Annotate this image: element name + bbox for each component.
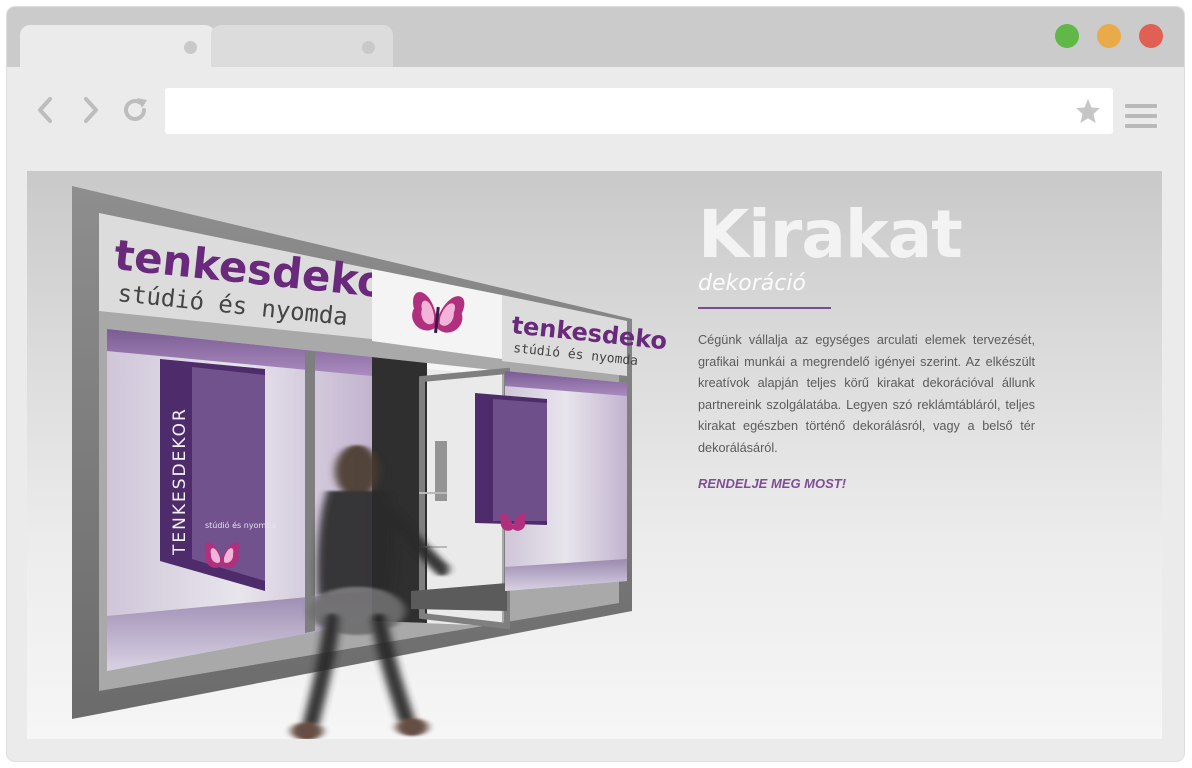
hero-subtitle: dekoráció: [698, 271, 806, 296]
hero-divider: [698, 307, 831, 309]
star-icon[interactable]: [1075, 98, 1101, 124]
chevron-left-icon: [38, 97, 52, 123]
browser-tab-active[interactable]: [20, 25, 215, 67]
tab-bar: [7, 7, 1184, 67]
window-minimize-button[interactable]: [1097, 24, 1121, 48]
reload-icon: [124, 98, 147, 121]
url-input[interactable]: [165, 88, 1093, 134]
address-bar[interactable]: [165, 88, 1113, 134]
poster-vertical-text: TENKESDEKOR: [170, 407, 190, 556]
forward-button[interactable]: [77, 95, 105, 125]
back-button[interactable]: [32, 95, 60, 125]
window-maximize-button[interactable]: [1055, 24, 1079, 48]
hamburger-menu-icon[interactable]: [1125, 104, 1157, 130]
storefront-illustration: tenkesdekor stúdió és nyomda tenkesdekor…: [72, 186, 667, 739]
tab-close-dot-icon[interactable]: [184, 41, 197, 54]
reload-button[interactable]: [121, 95, 149, 125]
page-viewport: tenkesdekor stúdió és nyomda tenkesdekor…: [27, 171, 1162, 739]
hero-paragraph: Cégünk vállalja az egységes arculati ele…: [698, 333, 1035, 455]
tab-close-dot-icon[interactable]: [362, 41, 375, 54]
browser-tab-inactive[interactable]: [211, 25, 393, 67]
order-now-link[interactable]: RENDELJE MEG MOST!: [698, 476, 846, 491]
hero-text-block: Kirakat dekoráció Cégünk vállalja az egy…: [698, 199, 1038, 492]
poster-small-text: stúdió és nyomda: [205, 520, 276, 530]
chevron-right-icon: [84, 97, 98, 123]
browser-toolbar: [7, 67, 1184, 157]
browser-window: tenkesdekor stúdió és nyomda tenkesdekor…: [7, 7, 1184, 761]
hero-title: Kirakat: [698, 196, 963, 273]
window-close-button[interactable]: [1139, 24, 1163, 48]
